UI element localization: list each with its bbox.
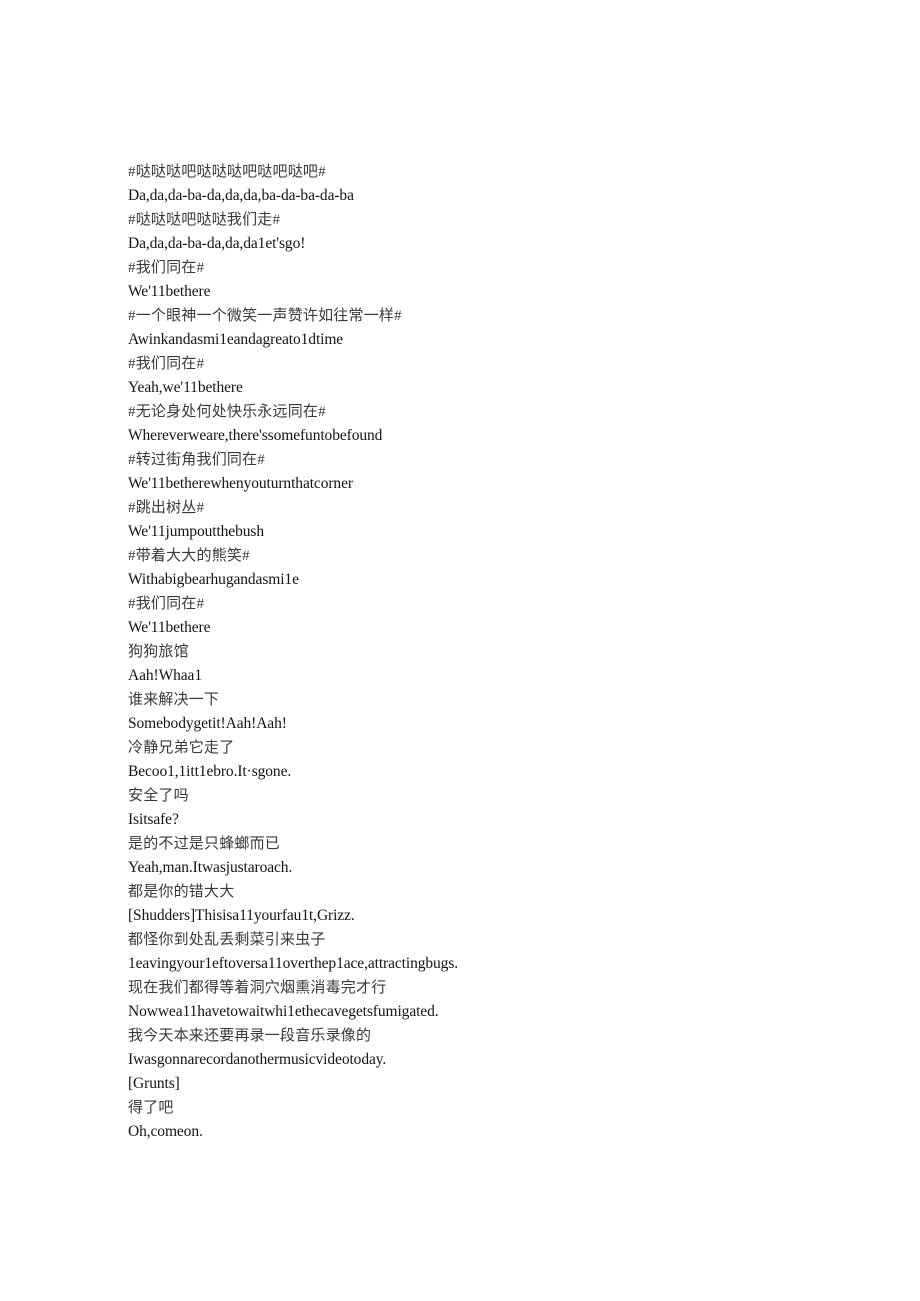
transcript-line: #无论身处何处快乐永远同在#	[128, 404, 326, 420]
transcript-line: We'11betherewhenyouturnthatcorner	[128, 475, 353, 492]
transcript-line: 冷静兄弟它走了	[128, 740, 235, 756]
transcript-line: Withabigbearhugandasmi1e	[128, 571, 299, 588]
transcript-line: [Grunts]	[128, 1075, 180, 1092]
transcript-line: 都是你的错大大	[128, 884, 235, 900]
transcript-line: 得了吧	[128, 1100, 174, 1116]
transcript-line: #我们同在#	[128, 260, 205, 276]
transcript-line: #带着大大的熊笑#	[128, 548, 250, 564]
transcript-line: 都怪你到处乱丢剩菜引来虫子	[128, 932, 326, 948]
transcript-line: Da,da,da-ba-da,da,da1et'sgo!	[128, 235, 306, 252]
transcript-line: #一个眼神一个微笑一声赞许如往常一样#	[128, 308, 402, 324]
transcript-line: #我们同在#	[128, 356, 205, 372]
transcript-line: Oh,comeon.	[128, 1123, 203, 1140]
transcript-line: #转过街角我们同在#	[128, 452, 266, 468]
transcript-line: Whereverweare,there'ssomefuntobefound	[128, 427, 383, 444]
transcript-line: Becoo1,1itt1ebro.It·sgone.	[128, 763, 292, 780]
transcript-line: [Shudders]Thisisa11yourfau1t,Grizz.	[128, 907, 355, 924]
transcript-line: #哒哒哒吧哒哒我们走#	[128, 212, 281, 228]
transcript-line: We'11jumpoutthebush	[128, 523, 264, 540]
transcript-line: 狗狗旅馆	[128, 644, 189, 660]
transcript-line: 谁来解决一下	[128, 692, 220, 708]
transcript-line: Yeah,we'11bethere	[128, 379, 243, 396]
transcript-text-block: #哒哒哒吧哒哒哒吧哒吧哒吧# Da,da,da-ba-da,da,da,ba-da…	[128, 160, 828, 1144]
transcript-line: Aah!Whaa1	[128, 667, 202, 684]
transcript-line: 1eavingyour1eftoversa11overthep1ace,attr…	[128, 955, 459, 972]
transcript-line: 现在我们都得等着洞穴烟熏消毒完才行	[128, 980, 387, 996]
transcript-line: Isitsafe?	[128, 811, 179, 828]
transcript-line: Nowwea11havetowaitwhi1ethecavegetsfumiga…	[128, 1003, 439, 1020]
document-page: #哒哒哒吧哒哒哒吧哒吧哒吧# Da,da,da-ba-da,da,da,ba-da…	[0, 0, 920, 1301]
transcript-line: Da,da,da-ba-da,da,da,ba-da-ba-da-ba	[128, 187, 354, 204]
transcript-line: We'11bethere	[128, 619, 211, 636]
transcript-line: Somebodygetit!Aah!Aah!	[128, 715, 287, 732]
transcript-line: #跳出树丛#	[128, 500, 205, 516]
transcript-line: Iwasgonnarecordanothermusicvideotoday.	[128, 1051, 387, 1068]
transcript-line: We'11bethere	[128, 283, 211, 300]
transcript-line: 是的不过是只蜂螂而已	[128, 836, 281, 852]
transcript-line: #我们同在#	[128, 596, 205, 612]
transcript-line: #哒哒哒吧哒哒哒吧哒吧哒吧#	[128, 164, 326, 180]
transcript-line: Awinkandasmi1eandagreato1dtime	[128, 331, 344, 348]
transcript-line: 我今天本来还要再录一段音乐录像的	[128, 1028, 372, 1044]
transcript-line: Yeah,man.Itwasjustaroach.	[128, 859, 293, 876]
transcript-line: 安全了吗	[128, 788, 189, 804]
